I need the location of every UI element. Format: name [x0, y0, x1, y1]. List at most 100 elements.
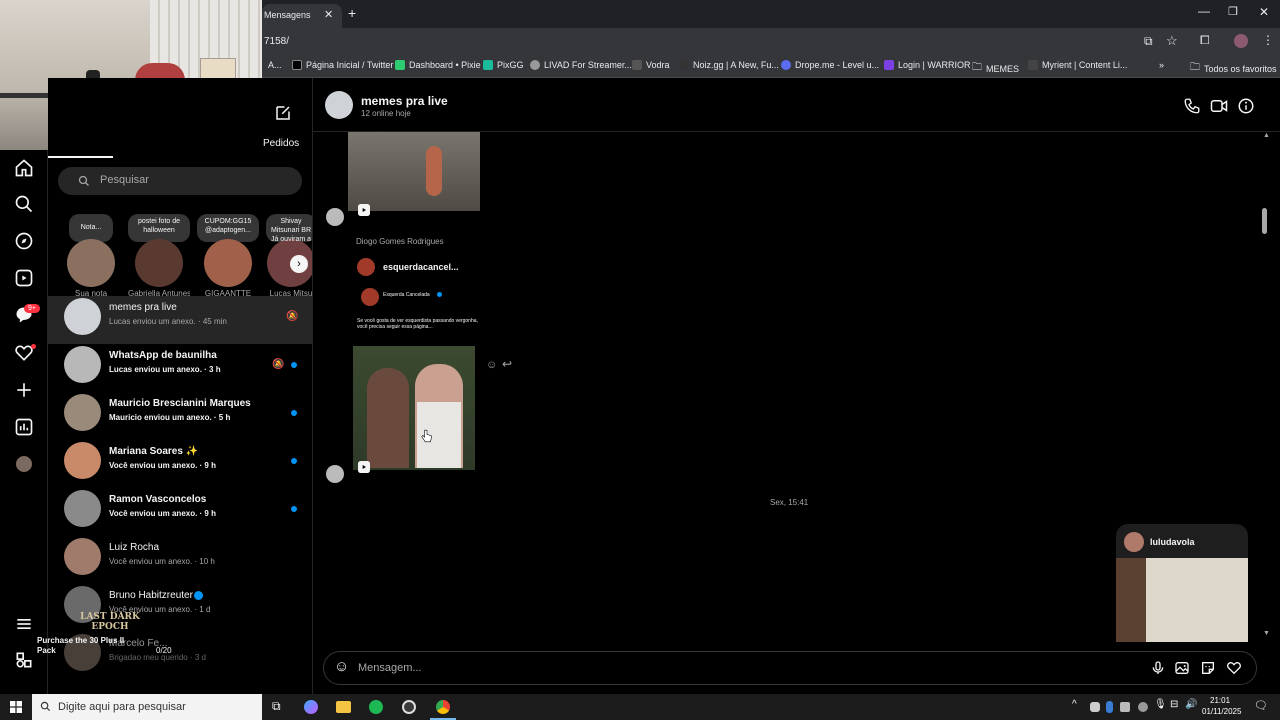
- windows-start-icon[interactable]: [10, 701, 22, 713]
- reply-icon[interactable]: ↩: [502, 357, 512, 371]
- conversation-row[interactable]: Mauricio Brescianini Marques Mauricio en…: [48, 392, 312, 440]
- react-emoji-icon[interactable]: ☺: [486, 359, 497, 371]
- conversation-row[interactable]: Luiz Rocha Você enviou um anexo. · 10 h: [48, 536, 312, 584]
- chrome-icon[interactable]: [436, 700, 450, 714]
- explore-icon[interactable]: [14, 231, 34, 251]
- menu-icon[interactable]: [14, 614, 34, 634]
- dashboard-icon[interactable]: [14, 417, 34, 437]
- notifications-icon[interactable]: 🗨: [1254, 699, 1268, 712]
- chat-scrollbar[interactable]: ▲ ▼: [1260, 132, 1280, 642]
- search-icon[interactable]: [14, 194, 34, 214]
- bookmark-item[interactable]: A...: [268, 60, 282, 70]
- message-input[interactable]: Mensagem...: [358, 662, 422, 674]
- tray-overflow-icon[interactable]: ^: [1072, 699, 1077, 710]
- file-explorer-icon[interactable]: [336, 701, 351, 713]
- copilot-icon[interactable]: [304, 700, 318, 714]
- conversation-row[interactable]: Mariana Soares ✨ Você enviou um anexo. ·…: [48, 440, 312, 488]
- sender-avatar[interactable]: [326, 465, 344, 483]
- restore-icon[interactable]: ❐: [1228, 5, 1238, 18]
- spotify-icon[interactable]: [369, 700, 383, 714]
- close-tab-icon[interactable]: ✕: [324, 8, 333, 21]
- bookmark-star-icon[interactable]: ☆: [1166, 33, 1178, 49]
- bookmark-item[interactable]: LIVAD For Streamer...: [530, 60, 632, 70]
- unread-dot: [291, 458, 297, 464]
- all-bookmarks-folder[interactable]: 🗀 Todos os favoritos: [1190, 60, 1277, 77]
- note-item[interactable]: Nota... Sua nota: [60, 214, 122, 298]
- reel-thumbnail[interactable]: [348, 132, 480, 211]
- clock-date[interactable]: 01/11/2025: [1202, 707, 1241, 716]
- muted-bell-icon: 🔕: [286, 311, 299, 322]
- create-icon[interactable]: [14, 380, 34, 400]
- task-view-icon[interactable]: ⧉: [272, 699, 281, 714]
- scroll-thumb[interactable]: [1262, 208, 1267, 234]
- new-tab-icon[interactable]: +: [348, 5, 356, 21]
- minimize-icon[interactable]: —: [1198, 4, 1210, 18]
- more-bookmarks-icon[interactable]: »: [1159, 60, 1164, 70]
- bookmark-folder[interactable]: 🗀 MEMES: [972, 60, 1019, 77]
- conversation-preview: Você enviou um anexo. · 9 h: [109, 461, 216, 470]
- requests-link[interactable]: Pedidos: [263, 138, 299, 149]
- browser-menu-icon[interactable]: ⋮: [1262, 33, 1274, 47]
- home-icon[interactable]: [14, 158, 34, 178]
- close-window-icon[interactable]: ✕: [1259, 5, 1269, 19]
- tab-title: Mensagens: [264, 10, 311, 20]
- meta-icon[interactable]: [14, 650, 34, 670]
- note-item[interactable]: postei foto de halloween Gabriella Antun…: [128, 214, 190, 298]
- compose-icon[interactable]: [274, 104, 292, 122]
- chat-title[interactable]: memes pra live: [361, 94, 448, 108]
- image-icon[interactable]: [1174, 660, 1190, 676]
- emoji-icon[interactable]: ☺: [334, 658, 349, 675]
- search-input[interactable]: Pesquisar: [58, 167, 302, 195]
- video-call-icon[interactable]: [1210, 97, 1228, 115]
- conversation-name: Bruno Habitzreuter: [109, 590, 193, 601]
- volume-icon[interactable]: 🔊: [1185, 699, 1197, 710]
- notification-badge: 9+: [24, 304, 40, 313]
- conversation-row[interactable]: WhatsApp de baunilha Lucas enviou um ane…: [48, 344, 312, 392]
- shared-reel-card[interactable]: luludavola: [1116, 524, 1248, 642]
- browser-tab[interactable]: Mensagens ✕: [262, 4, 342, 28]
- notification-dot: [31, 344, 36, 349]
- group-avatar[interactable]: [325, 91, 353, 119]
- bookmark-item[interactable]: Página Inicial / Twitter: [292, 60, 393, 70]
- tray-app-icon: [1120, 702, 1130, 712]
- url-field[interactable]: 7158/: [264, 36, 289, 47]
- profile-avatar[interactable]: [1234, 34, 1248, 48]
- clock-time[interactable]: 21:01: [1210, 696, 1230, 705]
- bookmark-item[interactable]: Myrient | Content Li...: [1028, 60, 1127, 70]
- bookmark-item[interactable]: Drope.me - Level u...: [781, 60, 879, 70]
- bookmark-item[interactable]: Dashboard • Pixie: [395, 60, 481, 70]
- install-app-icon[interactable]: ⧉: [1144, 34, 1153, 49]
- reel-thumbnail[interactable]: [353, 346, 475, 470]
- reels-icon[interactable]: [14, 268, 34, 288]
- conversation-row[interactable]: Ramon Vasconcelos Você enviou um anexo. …: [48, 488, 312, 536]
- scroll-up-icon[interactable]: ▲: [1263, 132, 1270, 139]
- info-icon[interactable]: [1237, 97, 1255, 115]
- scroll-down-icon[interactable]: ▼: [1263, 630, 1270, 637]
- reel-image: [1116, 558, 1146, 642]
- windows-search-box[interactable]: Digite aqui para pesquisar: [32, 694, 262, 720]
- profile-avatar[interactable]: [16, 456, 32, 472]
- avatar: [204, 239, 252, 287]
- instagram-nav-rail: 9+: [0, 150, 48, 694]
- sticker-icon[interactable]: [1200, 660, 1216, 676]
- message-thread: Diogo Gomes Rodrigues esquerdacancel... …: [313, 132, 1260, 642]
- sender-avatar[interactable]: [326, 208, 344, 226]
- note-item[interactable]: CUPOM:GG15 @adaptogen... GIGAANTTE: [197, 214, 259, 298]
- bookmark-item[interactable]: Vodra: [632, 60, 670, 70]
- bookmark-item[interactable]: Noiz.gg | A New, Fu...: [679, 60, 779, 70]
- extensions-icon[interactable]: ⧠: [1200, 33, 1210, 48]
- network-icon[interactable]: ⊟: [1170, 699, 1178, 710]
- phone-icon[interactable]: [1183, 97, 1201, 115]
- loading-bar: [48, 156, 113, 158]
- heart-icon[interactable]: [1226, 660, 1242, 676]
- obs-icon[interactable]: [402, 700, 416, 714]
- note-item[interactable]: Shivay Mitsunari BR Já ouviram a Lucas M…: [266, 214, 312, 298]
- chevron-right-icon[interactable]: ›: [290, 255, 308, 273]
- shared-post-card[interactable]: esquerdacancel... Esquerda Cancelada Se …: [353, 252, 483, 336]
- bookmark-item[interactable]: PixGG: [483, 60, 524, 70]
- game-overlay-promo: Purchase the 30 Plus II Pack: [37, 636, 125, 655]
- conversation-row[interactable]: memes pra live Lucas enviou um anexo. · …: [48, 296, 312, 344]
- microphone-icon[interactable]: [1150, 660, 1166, 676]
- account-avatar: [361, 288, 379, 306]
- bookmark-item[interactable]: Login | WARRIOR: [884, 60, 971, 70]
